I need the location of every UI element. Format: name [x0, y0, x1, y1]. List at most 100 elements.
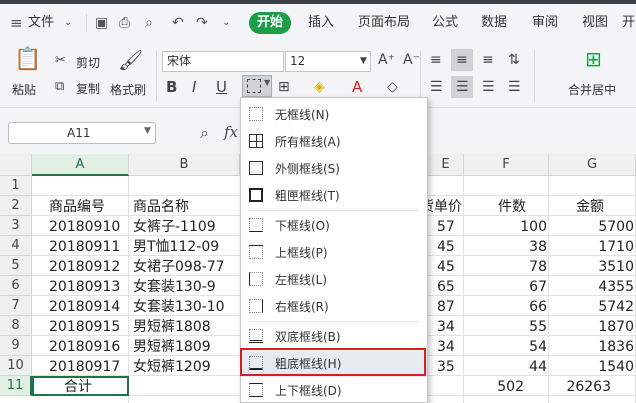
- row-header[interactable]: 8: [0, 316, 32, 336]
- tab-formulas[interactable]: 公式: [432, 12, 458, 34]
- table-cell[interactable]: 20180916: [49, 337, 120, 357]
- row-header[interactable]: 1: [0, 176, 32, 196]
- scissors-icon[interactable]: ✂: [55, 51, 66, 71]
- table-cell[interactable]: 20180911: [49, 237, 120, 257]
- column-header-e[interactable]: E: [428, 154, 464, 176]
- print-icon[interactable]: ⎙: [119, 13, 130, 33]
- column-header-a[interactable]: A: [32, 154, 129, 176]
- table-cell[interactable]: 5700: [549, 217, 634, 237]
- column-header-b[interactable]: B: [129, 154, 240, 176]
- copy-icon[interactable]: ⧉: [55, 77, 64, 97]
- table-header[interactable]: 金额: [576, 197, 604, 217]
- tab-review[interactable]: 审阅: [532, 12, 558, 34]
- table-cell[interactable]: 20180910: [49, 217, 120, 237]
- table-cell[interactable]: 65: [437, 277, 455, 297]
- menu-item-double-bottom-border[interactable]: 双底框线(B): [241, 324, 427, 350]
- table-cell[interactable]: 1836: [549, 337, 634, 357]
- table-cell[interactable]: 45: [437, 237, 455, 257]
- table-cell[interactable]: 男T恤112-09: [133, 237, 219, 257]
- align-bottom-icon[interactable]: ≡: [482, 50, 494, 70]
- align-top-icon[interactable]: ≡: [430, 50, 442, 70]
- paste-button[interactable]: 粘贴: [12, 81, 36, 98]
- table-cell[interactable]: 20180915: [49, 317, 120, 337]
- tab-data[interactable]: 数据: [481, 12, 507, 34]
- format-painter-icon[interactable]: 🖌: [118, 50, 143, 70]
- row-header[interactable]: 5: [0, 256, 32, 276]
- table-cell[interactable]: 67: [464, 277, 547, 297]
- table-cell[interactable]: 20180913: [49, 277, 120, 297]
- table-header[interactable]: 商品名称: [133, 197, 189, 217]
- redo-icon[interactable]: ↷: [196, 13, 208, 33]
- underline-button[interactable]: U: [216, 77, 227, 97]
- table-cell[interactable]: 1870: [549, 317, 634, 337]
- font-size-chevron-icon[interactable]: ▼: [360, 51, 367, 71]
- menu-item-no-border[interactable]: 无框线(N): [241, 102, 427, 128]
- print-preview-icon[interactable]: ⌕: [145, 13, 153, 33]
- menu-item-outside-borders[interactable]: 外侧框线(S): [241, 156, 427, 182]
- select-all-corner[interactable]: [0, 154, 32, 176]
- copy-button[interactable]: 复制: [76, 80, 100, 97]
- table-cell[interactable]: 45: [437, 257, 455, 277]
- border-button[interactable]: ▼: [242, 75, 272, 97]
- tab-page-layout[interactable]: 页面布局: [358, 12, 410, 34]
- column-header-g[interactable]: G: [549, 154, 636, 176]
- table-cell[interactable]: 3510: [549, 257, 634, 277]
- menu-item-bottom-border[interactable]: 下框线(O): [241, 213, 427, 239]
- table-cell[interactable]: 34: [437, 337, 455, 357]
- table-cell[interactable]: 38: [464, 237, 547, 257]
- tab-view[interactable]: 视图: [582, 12, 608, 34]
- table-cell[interactable]: 女套装130-10: [133, 297, 225, 317]
- menu-item-thick-box-border[interactable]: 粗匣框线(T): [241, 183, 427, 209]
- menu-file[interactable]: 文件: [28, 12, 54, 34]
- chevron-down-icon[interactable]: ⌄: [64, 13, 72, 33]
- menu-item-left-border[interactable]: 左框线(L): [241, 267, 427, 293]
- table-header[interactable]: 商品编号: [49, 197, 105, 217]
- save-icon[interactable]: ▣: [95, 13, 108, 33]
- table-cell[interactable]: 87: [437, 297, 455, 317]
- table-cell[interactable]: 20180917: [49, 357, 120, 377]
- row-header[interactable]: 7: [0, 296, 32, 316]
- table-cell[interactable]: 55: [464, 317, 547, 337]
- table-cell[interactable]: 男短裤1809: [133, 337, 211, 357]
- align-right-icon[interactable]: ☰: [482, 77, 495, 97]
- font-size-select[interactable]: 12: [285, 51, 371, 72]
- name-box[interactable]: A11: [8, 122, 156, 144]
- paste-icon[interactable]: 📋: [14, 49, 41, 76]
- table-cell[interactable]: 54: [464, 337, 547, 357]
- cell-style-icon[interactable]: ⊞: [278, 77, 290, 97]
- column-header-f[interactable]: F: [464, 154, 549, 176]
- justify-icon[interactable]: ☰: [508, 77, 521, 97]
- menu-item-all-borders[interactable]: 所有框线(A): [241, 129, 427, 155]
- row-header[interactable]: 10: [0, 356, 32, 376]
- table-cell[interactable]: 78: [464, 257, 547, 277]
- table-cell[interactable]: 20180912: [49, 257, 120, 277]
- table-cell[interactable]: 4355: [549, 277, 634, 297]
- table-cell[interactable]: 66: [464, 297, 547, 317]
- table-cell[interactable]: 男短裤1808: [133, 317, 211, 337]
- table-cell[interactable]: 5742: [549, 297, 634, 317]
- table-cell[interactable]: 女裙子098-77: [133, 257, 225, 277]
- fx-icon[interactable]: fx: [224, 123, 238, 141]
- total-label[interactable]: 合计: [64, 377, 92, 397]
- menu-item-top-bottom-border[interactable]: 上下框线(D): [241, 378, 427, 403]
- undo-icon[interactable]: ↶: [172, 13, 184, 33]
- table-cell[interactable]: 44: [464, 357, 547, 377]
- row-header[interactable]: 9: [0, 336, 32, 356]
- more-chevron-icon[interactable]: ⌄: [222, 13, 230, 33]
- font-color-button[interactable]: A: [352, 77, 362, 97]
- bold-button[interactable]: B: [166, 77, 177, 97]
- table-cell[interactable]: 35: [437, 357, 455, 377]
- cut-button[interactable]: 剪切: [76, 54, 100, 71]
- decrease-font-icon[interactable]: A⁻: [403, 50, 420, 70]
- table-header[interactable]: 件数: [498, 197, 526, 217]
- table-cell[interactable]: 1710: [549, 237, 634, 257]
- format-painter-button[interactable]: 格式刷: [110, 81, 146, 98]
- table-cell[interactable]: 34: [437, 317, 455, 337]
- chevron-down-icon[interactable]: ▼: [144, 126, 151, 136]
- tab-home[interactable]: 开始: [249, 12, 291, 34]
- total-amount[interactable]: 26263: [549, 377, 611, 397]
- hamburger-icon[interactable]: ≡: [10, 13, 23, 33]
- row-header[interactable]: 2: [0, 196, 32, 216]
- menu-item-right-border[interactable]: 右框线(R): [241, 294, 427, 320]
- tab-more[interactable]: 开: [622, 12, 635, 34]
